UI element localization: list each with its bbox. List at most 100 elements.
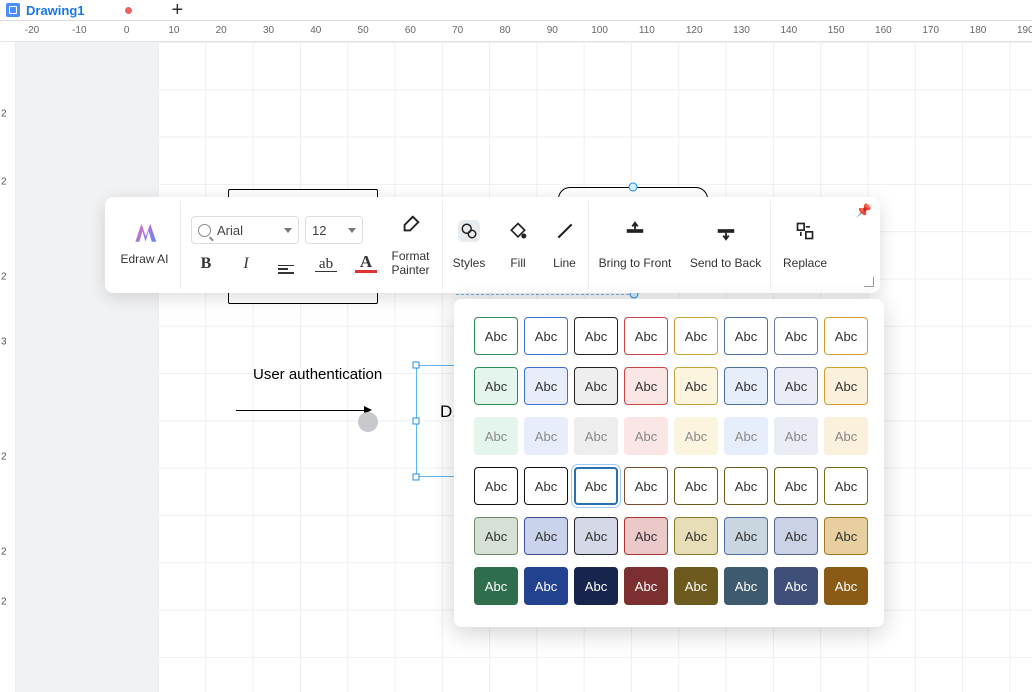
font-size-value: 12	[312, 223, 326, 238]
align-button[interactable]	[275, 254, 297, 273]
bring-front-icon	[624, 220, 646, 242]
selection-handle-icon[interactable]	[413, 474, 420, 481]
style-swatch[interactable]: Abc	[674, 517, 718, 555]
style-swatch[interactable]: Abc	[474, 467, 518, 505]
fill-button[interactable]: Fill	[495, 201, 541, 289]
document-tab[interactable]: Drawing1	[6, 3, 85, 18]
style-swatch[interactable]: Abc	[674, 317, 718, 355]
font-name-value: Arial	[217, 223, 243, 238]
style-swatch[interactable]: Abc	[724, 367, 768, 405]
style-swatch[interactable]: Abc	[524, 517, 568, 555]
expand-icon[interactable]	[864, 277, 874, 287]
style-swatch[interactable]: Abc	[724, 567, 768, 605]
strike-button[interactable]: ab	[315, 257, 337, 272]
document-title: Drawing1	[26, 3, 85, 18]
style-swatch[interactable]: Abc	[574, 517, 618, 555]
styles-button[interactable]: Styles	[443, 201, 495, 289]
tab-bar: Drawing1 +	[0, 0, 1032, 20]
replace-icon	[794, 220, 816, 242]
style-swatch[interactable]: Abc	[724, 467, 768, 505]
selection-handle-icon[interactable]	[413, 418, 420, 425]
style-swatch[interactable]: Abc	[524, 467, 568, 505]
style-swatch[interactable]: Abc	[774, 517, 818, 555]
style-swatch[interactable]: Abc	[524, 417, 568, 455]
document-icon	[6, 3, 20, 17]
style-swatch[interactable]: Abc	[524, 317, 568, 355]
style-swatch[interactable]: Abc	[774, 567, 818, 605]
style-swatch[interactable]: Abc	[624, 417, 668, 455]
connector-dashed	[456, 294, 634, 295]
style-swatch[interactable]: Abc	[574, 567, 618, 605]
line-label: Line	[553, 256, 576, 270]
style-swatch[interactable]: Abc	[724, 417, 768, 455]
format-painter-label: FormatPainter	[391, 249, 429, 278]
style-swatch[interactable]: Abc	[774, 317, 818, 355]
style-swatch[interactable]: Abc	[824, 417, 868, 455]
style-swatch-grid: AbcAbcAbcAbcAbcAbcAbcAbcAbcAbcAbcAbcAbcA…	[474, 317, 868, 605]
line-button[interactable]: Line	[541, 201, 589, 289]
line-icon	[554, 220, 576, 242]
floating-toolbar: 📌 Edraw AI Arial 12 B I ab A	[105, 197, 880, 293]
style-swatch[interactable]: Abc	[624, 567, 668, 605]
send-back-label: Send to Back	[690, 256, 761, 270]
style-swatch[interactable]: Abc	[474, 367, 518, 405]
style-swatch[interactable]: Abc	[524, 367, 568, 405]
style-swatch[interactable]: Abc	[674, 567, 718, 605]
format-painter-button[interactable]: FormatPainter	[379, 201, 443, 289]
style-swatch[interactable]: Abc	[474, 517, 518, 555]
style-swatch[interactable]: Abc	[774, 417, 818, 455]
style-swatch[interactable]: Abc	[474, 417, 518, 455]
font-family-combo[interactable]: Arial	[191, 216, 299, 244]
style-swatch[interactable]: Abc	[824, 317, 868, 355]
style-swatch[interactable]: Abc	[624, 317, 668, 355]
style-swatch[interactable]: Abc	[774, 467, 818, 505]
align-icon	[278, 265, 294, 274]
style-swatch[interactable]: Abc	[574, 367, 618, 405]
style-swatch[interactable]: Abc	[624, 517, 668, 555]
brush-icon	[400, 213, 422, 235]
styles-popover: AbcAbcAbcAbcAbcAbcAbcAbcAbcAbcAbcAbcAbcA…	[454, 299, 884, 627]
arrow-connector[interactable]	[236, 410, 366, 411]
styles-label: Styles	[453, 256, 486, 270]
style-swatch[interactable]: Abc	[674, 467, 718, 505]
style-swatch[interactable]: Abc	[824, 467, 868, 505]
globe-icon	[358, 412, 378, 432]
search-icon	[198, 224, 211, 237]
style-swatch[interactable]: Abc	[724, 317, 768, 355]
style-swatch[interactable]: Abc	[474, 567, 518, 605]
edraw-ai-button[interactable]: Edraw AI	[109, 201, 181, 289]
styles-icon	[458, 220, 480, 242]
send-to-back-button[interactable]: Send to Back	[681, 201, 771, 289]
bold-button[interactable]: B	[195, 255, 217, 273]
style-swatch[interactable]: Abc	[824, 567, 868, 605]
pin-icon[interactable]: 📌	[856, 203, 872, 219]
annotation-label[interactable]: User authentication	[253, 366, 382, 383]
style-swatch[interactable]: Abc	[474, 317, 518, 355]
replace-button[interactable]: Replace	[771, 201, 839, 289]
style-swatch[interactable]: Abc	[724, 517, 768, 555]
style-swatch[interactable]: Abc	[574, 417, 618, 455]
style-swatch[interactable]: Abc	[824, 517, 868, 555]
font-size-combo[interactable]: 12	[305, 216, 363, 244]
style-swatch[interactable]: Abc	[574, 317, 618, 355]
add-tab-button[interactable]: +	[172, 3, 184, 17]
send-back-icon	[715, 220, 737, 242]
italic-button[interactable]: I	[235, 255, 257, 273]
style-swatch[interactable]: Abc	[624, 367, 668, 405]
anchor-dot-icon	[629, 183, 638, 192]
selection-handle-icon[interactable]	[413, 362, 420, 369]
style-swatch[interactable]: Abc	[774, 367, 818, 405]
vertical-ruler: 2223222	[0, 42, 16, 692]
style-swatch[interactable]: Abc	[524, 567, 568, 605]
fill-icon	[507, 220, 529, 242]
font-color-button[interactable]: A	[355, 255, 377, 273]
chevron-down-icon	[348, 228, 356, 233]
style-swatch[interactable]: Abc	[824, 367, 868, 405]
style-swatch[interactable]: Abc	[674, 367, 718, 405]
font-section: Arial 12 B I ab A	[181, 201, 379, 289]
bring-to-front-button[interactable]: Bring to Front	[589, 201, 681, 289]
ai-logo-icon	[132, 224, 158, 242]
style-swatch[interactable]: Abc	[624, 467, 668, 505]
style-swatch[interactable]: Abc	[674, 417, 718, 455]
style-swatch[interactable]: Abc	[574, 467, 618, 505]
